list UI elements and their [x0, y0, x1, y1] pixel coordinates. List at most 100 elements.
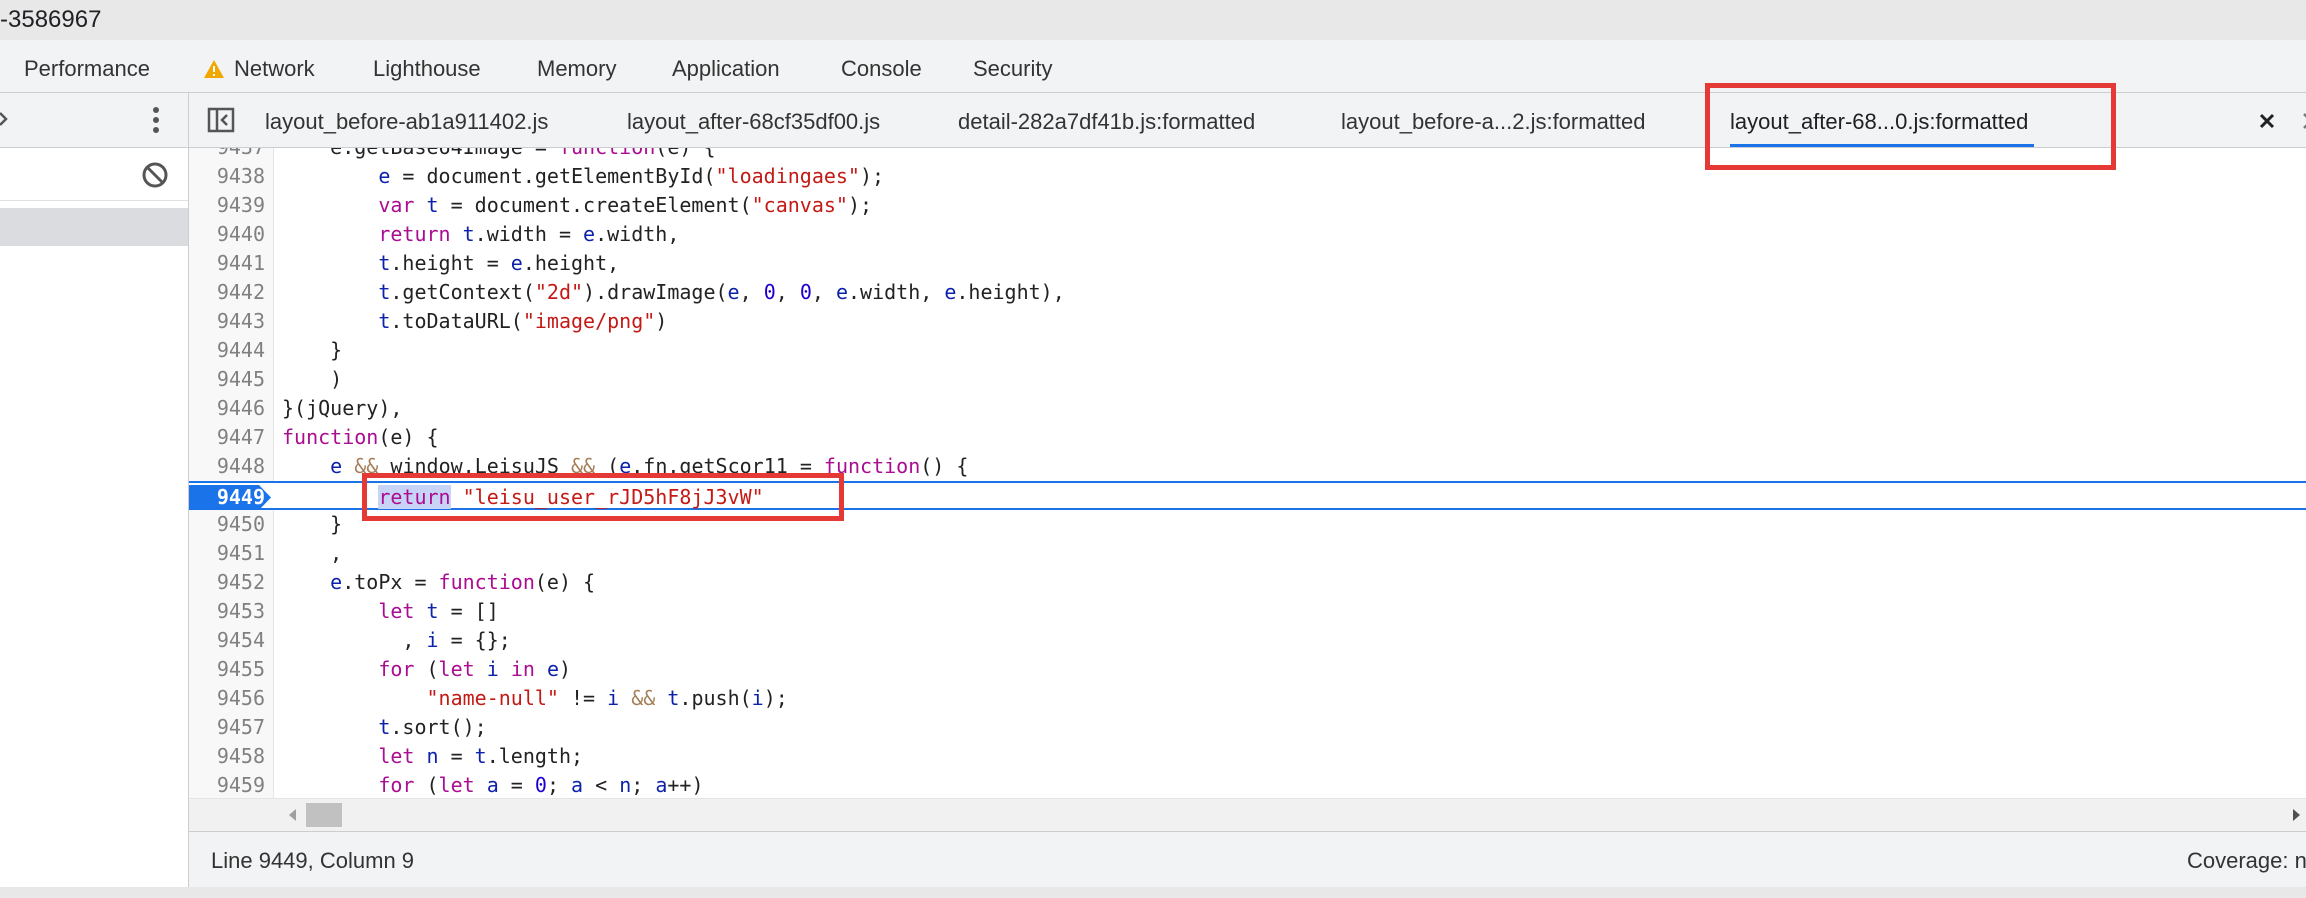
line-number[interactable]: 9454	[189, 626, 265, 655]
line-number[interactable]: 9442	[189, 278, 265, 307]
code-line[interactable]: 9443 t.toDataURL("image/png")	[189, 307, 2306, 336]
horizontal-scrollbar[interactable]	[189, 798, 2306, 831]
code-editor[interactable]: 9437 e.getBase64Image = function(e) {943…	[189, 148, 2306, 798]
line-number[interactable]: 9457	[189, 713, 265, 742]
line-number[interactable]: 9437	[189, 148, 265, 162]
line-number[interactable]: 9444	[189, 336, 265, 365]
file-tab[interactable]: layout_before-a...2.js:formatted	[1341, 93, 1646, 147]
code-line[interactable]: 9453 let t = []	[189, 597, 2306, 626]
line-number[interactable]: 9451	[189, 539, 265, 568]
tab-lighthouse[interactable]: Lighthouse	[373, 40, 481, 92]
file-tab[interactable]: layout_before-ab1a911402.js	[265, 93, 548, 147]
line-number[interactable]: 9459	[189, 771, 265, 798]
warning-icon	[202, 40, 226, 98]
line-number[interactable]: 9447	[189, 423, 265, 452]
code-text: t.height = e.height,	[378, 251, 620, 275]
code-line[interactable]: 9444 }	[189, 336, 2306, 365]
file-tab[interactable]: layout_after-68cf35df00.js	[627, 93, 880, 147]
code-text: let n = t.length;	[378, 744, 584, 768]
line-number[interactable]: 9443	[189, 307, 265, 336]
code-line[interactable]: 9438 e = document.getElementById("loadin…	[189, 162, 2306, 191]
clear-icon[interactable]	[140, 160, 170, 190]
code-text: "name-null" != i && t.push(i);	[426, 686, 788, 710]
paused-code-line[interactable]: 9449 return "leisu_user_rJD5hF8jJ3vW"	[189, 481, 2306, 510]
code-line[interactable]: 9456 "name-null" != i && t.push(i);	[189, 684, 2306, 713]
code-text: for (let i in e)	[378, 657, 572, 681]
code-text: return t.width = e.width,	[378, 222, 680, 246]
tab-performance[interactable]: Performance	[24, 40, 150, 92]
code-line[interactable]: 9437 e.getBase64Image = function(e) {	[189, 148, 2306, 162]
status-bar: Line 9449, Column 9 Coverage: n/a	[189, 831, 2306, 887]
tab-console[interactable]: Console	[841, 40, 922, 92]
more-options-icon[interactable]	[146, 105, 166, 135]
code-line[interactable]: 9448 e && window.LeisuJS && (e.fn.getSco…	[189, 452, 2306, 481]
code-line[interactable]: 9452 e.toPx = function(e) {	[189, 568, 2306, 597]
file-tab-label: layout_after-68...0.js:formatted	[1730, 109, 2029, 134]
code-line[interactable]: 9450 }	[189, 510, 2306, 539]
line-number[interactable]: 9455	[189, 655, 265, 684]
code-line[interactable]: 9451 ,	[189, 539, 2306, 568]
coverage-status[interactable]: Coverage: n/a	[2187, 832, 2306, 890]
file-tab-active[interactable]: layout_after-68...0.js:formatted	[1730, 93, 2035, 147]
line-number[interactable]: 9458	[189, 742, 265, 771]
code-line[interactable]: 9458 let n = t.length;	[189, 742, 2306, 771]
tab-label: Application	[672, 56, 780, 81]
sidebar-toggle-icon[interactable]	[207, 107, 235, 133]
tab-security[interactable]: Security	[973, 40, 1052, 92]
code-line[interactable]: 9457 t.sort();	[189, 713, 2306, 742]
code-line[interactable]: 9439 var t = document.createElement("can…	[189, 191, 2306, 220]
scrollbar-thumb[interactable]	[306, 803, 342, 827]
line-number[interactable]: 9439	[189, 191, 265, 220]
navigator-selected-item[interactable]	[0, 208, 188, 246]
code-text: }	[282, 512, 343, 536]
file-tab[interactable]: detail-282a7df41b.js:formatted	[958, 93, 1255, 147]
code-text: t.sort();	[378, 715, 487, 739]
line-number[interactable]: 9450	[189, 510, 265, 539]
code-text: let t = []	[378, 599, 499, 623]
code-line[interactable]: 9440 return t.width = e.width,	[189, 220, 2306, 249]
tab-memory[interactable]: Memory	[537, 40, 616, 92]
code-line[interactable]: 9441 t.height = e.height,	[189, 249, 2306, 278]
code-text: }	[282, 338, 343, 362]
code-text: return "leisu_user_rJD5hF8jJ3vW"	[378, 485, 764, 509]
file-tab-label: detail-282a7df41b.js:formatted	[958, 109, 1256, 134]
code-line[interactable]: 9445 )	[189, 365, 2306, 394]
code-line[interactable]: 9447 function(e) {	[189, 423, 2306, 452]
tab-label: Performance	[24, 56, 150, 81]
window-title-bar: -3586967	[0, 0, 2306, 40]
line-number[interactable]: 9456	[189, 684, 265, 713]
code-line[interactable]: 9459 for (let a = 0; a < n; a++)	[189, 771, 2306, 798]
chevron-right-icon[interactable]	[2301, 111, 2306, 131]
line-number[interactable]: 9441	[189, 249, 265, 278]
line-number[interactable]: 9446	[189, 394, 265, 423]
code-line[interactable]: 9454 , i = {};	[189, 626, 2306, 655]
code-line[interactable]: 9455 for (let i in e)	[189, 655, 2306, 684]
tab-label: Console	[841, 56, 922, 81]
window-title: -3586967	[0, 6, 102, 33]
close-tab-icon[interactable]	[2256, 110, 2278, 132]
line-number[interactable]: 9449	[189, 483, 265, 512]
code-text: , i = {};	[282, 628, 511, 652]
code-text: e.toPx = function(e) {	[330, 570, 596, 594]
source-file-tabs: layout_before-ab1a911402.js layout_after…	[189, 93, 2306, 148]
code-text: e && window.LeisuJS && (e.fn.getScor11 =…	[330, 454, 969, 478]
chevron-right-icon[interactable]	[0, 107, 14, 131]
tab-network[interactable]: Network	[202, 40, 315, 92]
tab-label: Network	[234, 56, 315, 81]
code-text: function(e) {	[282, 425, 439, 449]
tab-application[interactable]: Application	[672, 40, 780, 92]
line-number[interactable]: 9452	[189, 568, 265, 597]
scroll-left-icon[interactable]	[286, 807, 300, 823]
navigator-sidebar	[0, 93, 189, 898]
line-number[interactable]: 9445	[189, 365, 265, 394]
cursor-position: Line 9449, Column 9	[211, 848, 415, 873]
line-number[interactable]: 9440	[189, 220, 265, 249]
line-number[interactable]: 9448	[189, 452, 265, 481]
code-line[interactable]: 9446}(jQuery),	[189, 394, 2306, 423]
line-number[interactable]: 9453	[189, 597, 265, 626]
code-line[interactable]: 9442 t.getContext("2d").drawImage(e, 0, …	[189, 278, 2306, 307]
code-text: var t = document.createElement("canvas")…	[378, 193, 873, 217]
code-text: e = document.getElementById("loadingaes"…	[378, 164, 885, 188]
scroll-right-icon[interactable]	[2289, 807, 2303, 823]
line-number[interactable]: 9438	[189, 162, 265, 191]
